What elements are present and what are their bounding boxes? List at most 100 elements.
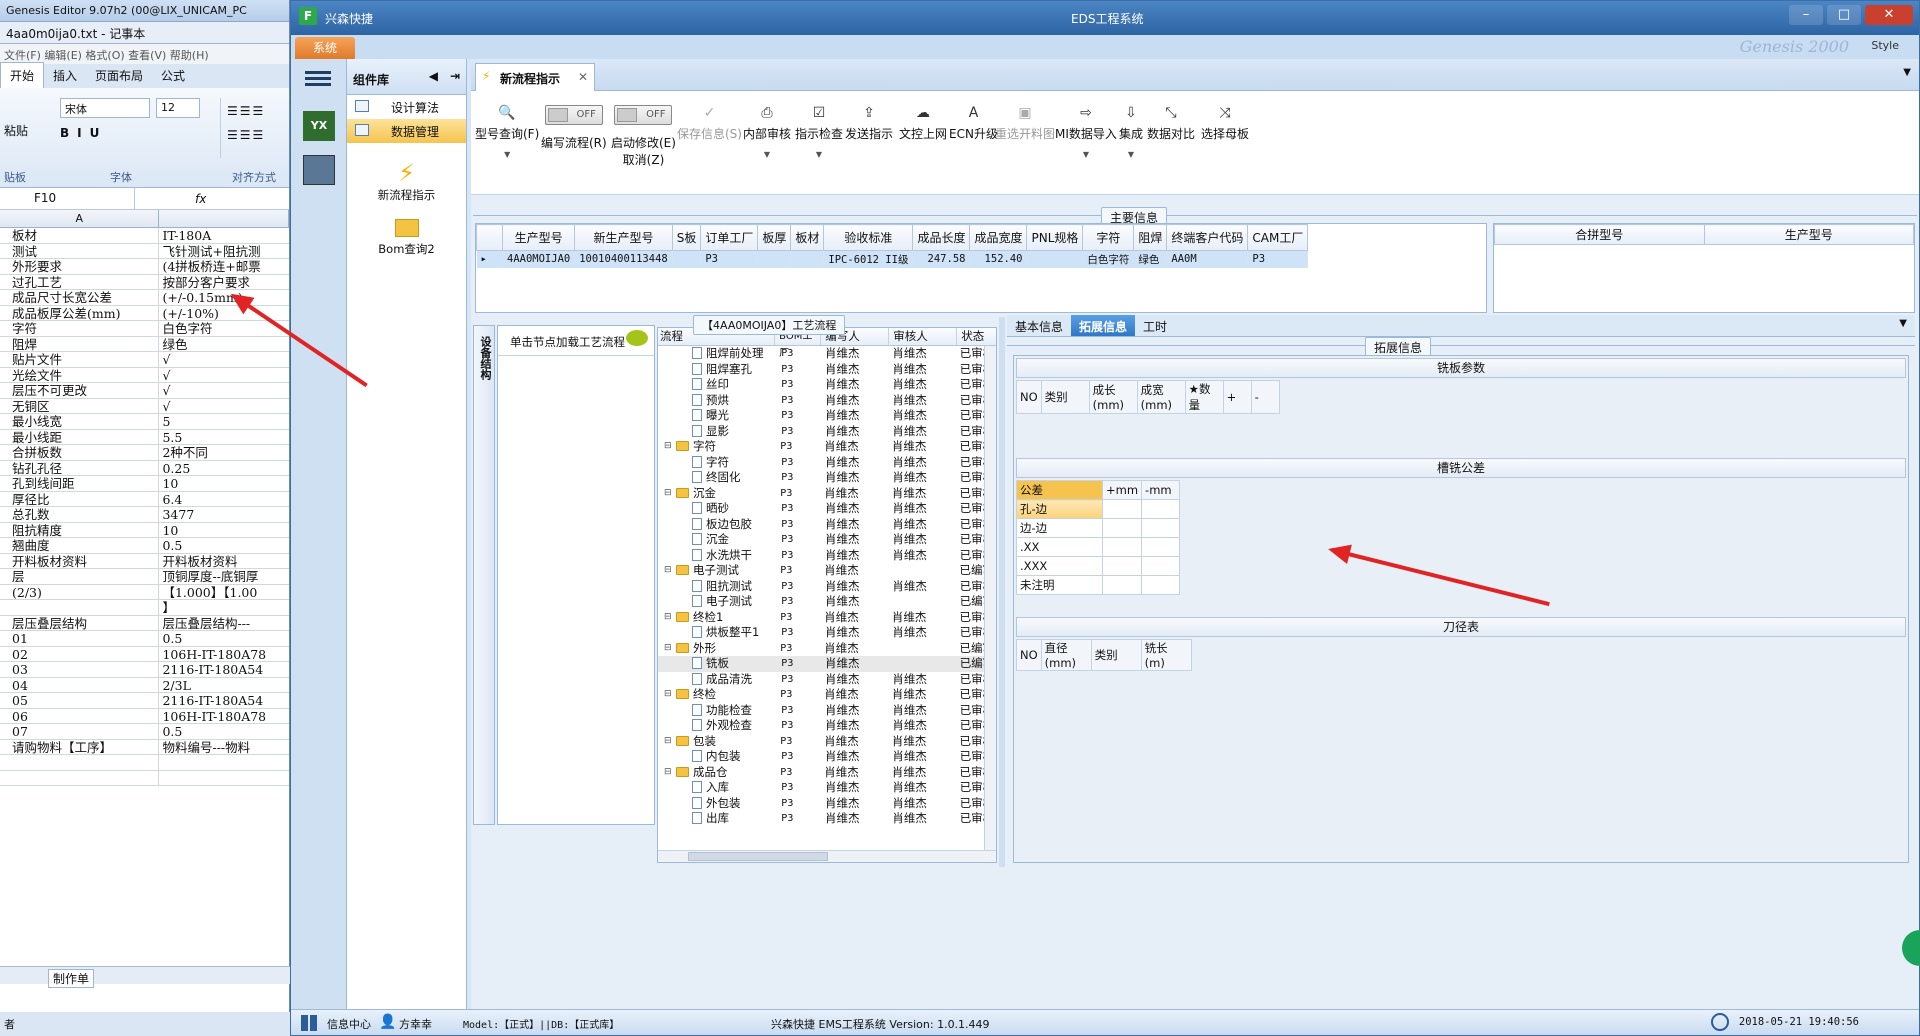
main-header-cell[interactable]: 成品宽度 — [969, 224, 1028, 251]
cell-b[interactable]: 层压叠层结构--- — [159, 616, 289, 630]
tolerance-plus-cell[interactable] — [1101, 575, 1143, 595]
dropdown-arrow-icon[interactable]: ▼ — [475, 150, 539, 159]
cell-b[interactable] — [159, 755, 289, 770]
collapse-icon[interactable]: ⊟ — [664, 563, 672, 578]
cell-b[interactable]: 0.5 — [159, 538, 289, 552]
mill-params-table[interactable]: NO 类别 成长(mm) 成宽(mm) ★数量 + - — [1016, 380, 1280, 414]
collapse-icon[interactable]: ⊟ — [664, 641, 672, 656]
minimize-button[interactable]: – — [1789, 5, 1823, 25]
tolerance-plus-cell[interactable] — [1101, 499, 1143, 519]
tolerance-header-cell[interactable]: 公差 — [1016, 480, 1103, 500]
tool-header-cell[interactable]: NO — [1016, 639, 1042, 671]
main-header-cell[interactable]: 板厚 — [757, 224, 792, 251]
collapse-icon[interactable]: ⊟ — [664, 610, 672, 625]
notepad-title[interactable]: 4aa0m0ija0.txt - 记事本 — [0, 22, 289, 44]
cell-b[interactable]: 绿色 — [159, 337, 289, 351]
cell-b[interactable]: 按部分客户要求 — [159, 275, 289, 289]
tab-formulas[interactable]: 公式 — [152, 63, 194, 88]
cell-a[interactable]: 层压叠层结构 — [0, 615, 160, 630]
cell-a[interactable]: 厚径比 — [0, 491, 160, 506]
cell-a[interactable]: (2/3) — [0, 584, 160, 599]
toolbar-button-13[interactable]: ⤨ 选择母板 — [1201, 105, 1249, 142]
cell-a[interactable]: 层 — [0, 569, 160, 584]
cell-b[interactable]: 106H-IT-180A78 — [159, 709, 289, 723]
main-data-cell[interactable]: 绿色 — [1133, 250, 1168, 268]
tolerance-header-cell[interactable]: +mm — [1101, 480, 1143, 500]
cell-b[interactable]: 物料编号---物料 — [159, 740, 289, 754]
cell-b[interactable]: 2116-IT-180A54 — [159, 693, 289, 707]
cell-b[interactable]: 5.5 — [159, 430, 289, 444]
library-item-design-algorithm[interactable]: 设计算法 — [347, 95, 466, 119]
fx-icon[interactable]: fx — [195, 192, 206, 206]
chevron-left-icon[interactable]: ◀ — [429, 69, 438, 83]
process-row[interactable]: ⊟ 字符 P3 肖维杰 肖维杰 已审核 — [658, 439, 996, 455]
toolbar-button-8[interactable]: A ECN升级 — [949, 105, 998, 142]
notepad-menu[interactable]: 文件(F) 编辑(E) 格式(O) 查看(V) 帮助(H) — [0, 44, 289, 64]
main-data-cell[interactable]: IPC-6012 II级 — [823, 250, 914, 268]
new-process-instruction-item[interactable]: ⚡ 新流程指示 — [347, 159, 466, 203]
mill-header-cell[interactable]: 类别 — [1040, 380, 1090, 414]
pin-icon[interactable]: ⇥ — [450, 69, 460, 83]
cell-b[interactable]: √ — [159, 383, 289, 397]
collapse-icon[interactable]: ⊟ — [664, 734, 672, 749]
cell-a[interactable] — [0, 600, 160, 615]
tolerance-minus-cell[interactable] — [1141, 518, 1181, 538]
cell-a[interactable] — [0, 770, 160, 785]
cell-a[interactable]: 贴片文件 — [0, 352, 160, 367]
toolbar-button-10[interactable]: ⇨ MI数据导入 ▼ — [1055, 105, 1117, 159]
dropdown-arrow-icon[interactable]: ▼ — [1055, 150, 1117, 159]
cell-b[interactable]: √ — [159, 399, 289, 413]
font-name-select[interactable]: 宋体 — [60, 98, 150, 118]
bom-query-item[interactable]: Bom查询2 — [347, 219, 466, 257]
hamburger-menu-icon[interactable] — [305, 69, 331, 89]
column-a-header[interactable]: A — [0, 210, 160, 227]
process-row[interactable]: 电子测试 P3 肖维杰 已编写 — [658, 594, 996, 610]
process-row[interactable]: 出库 P3 肖维杰 肖维杰 已审核 — [658, 811, 996, 827]
cell-b[interactable]: 飞针测试+阻抗测 — [159, 244, 289, 258]
tab-extended-info[interactable]: 拓展信息 — [1071, 315, 1136, 336]
cell-a[interactable]: 光绘文件 — [0, 367, 160, 382]
main-header-cell[interactable]: PNL规格 — [1026, 224, 1084, 251]
mill-header-cell[interactable]: NO — [1016, 380, 1042, 414]
cell-a[interactable]: 阻抗精度 — [0, 522, 160, 537]
cell-a[interactable]: 阻焊 — [0, 336, 160, 351]
process-row[interactable]: ⊟ 外形 P3 肖维杰 已编写 — [658, 641, 996, 657]
tabs-dropdown-icon[interactable]: ▼ — [1891, 315, 1915, 336]
tree-horizontal-scrollbar[interactable] — [658, 850, 996, 862]
tolerance-row-label[interactable]: 孔-边 — [1016, 499, 1103, 519]
process-row[interactable]: ⊟ 沉金 P3 肖维杰 肖维杰 已审核 — [658, 486, 996, 502]
dropdown-arrow-icon[interactable]: ▼ — [743, 150, 791, 159]
main-data-cell[interactable]: 10010400113448 — [574, 250, 673, 268]
process-row[interactable]: ⊟ 成品仓 P3 肖维杰 肖维杰 已审核 — [658, 765, 996, 781]
process-row[interactable]: 丝印 P3 肖维杰 肖维杰 已审核 — [658, 377, 996, 393]
process-row[interactable]: 阻抗测试 P3 肖维杰 肖维杰 已审核 — [658, 579, 996, 595]
font-size-select[interactable]: 12 — [156, 98, 200, 118]
process-row[interactable]: 功能检查 P3 肖维杰 肖维杰 已审核 — [658, 703, 996, 719]
tool-diameter-table[interactable]: NO 直径(mm) 类别 铣长(m) — [1016, 639, 1192, 671]
library-item-data-management[interactable]: 数据管理 — [347, 119, 466, 143]
cell-b[interactable]: (+/-0.15mm) — [159, 290, 289, 304]
cell-a[interactable]: 06 — [0, 708, 160, 723]
main-info-grid[interactable]: 生产型号 新生产型号 S板 订单工厂 板厚 板材 验收标准 成品长度 成品宽度 PNL规格 字符 阻焊… — [475, 223, 1487, 313]
toolbar-button-5[interactable]: ☑ 指示检查 ▼ — [795, 105, 843, 159]
process-row[interactable]: ⊟ 电子测试 P3 肖维杰 已编写 — [658, 563, 996, 579]
calculator-icon[interactable] — [303, 155, 335, 185]
vertical-splitter[interactable] — [999, 317, 1005, 867]
name-box[interactable]: F10 — [0, 188, 135, 209]
cell-b[interactable] — [159, 771, 289, 786]
cell-b[interactable]: 0.5 — [159, 724, 289, 738]
cell-a[interactable]: 无铜区 — [0, 398, 160, 413]
tool-header-cell[interactable]: 直径(mm) — [1040, 639, 1092, 671]
tolerance-minus-cell[interactable] — [1141, 537, 1181, 557]
cell-b[interactable]: 5 — [159, 414, 289, 428]
process-row[interactable]: 铣板 P3 肖维杰 已编写 — [658, 656, 996, 672]
main-data-cell[interactable] — [672, 250, 702, 268]
main-data-cell[interactable]: 4AA0MOIJA0 — [502, 250, 576, 268]
main-data-cell[interactable]: 152.40 — [969, 250, 1028, 268]
main-data-cell[interactable] — [757, 250, 792, 268]
collapse-icon[interactable]: ⊟ — [664, 765, 672, 780]
main-header-cell[interactable]: 验收标准 — [823, 224, 914, 251]
process-row[interactable]: 水洗烘干 P3 肖维杰 肖维杰 已审核 — [658, 548, 996, 564]
process-row[interactable]: 字符 P3 肖维杰 肖维杰 已审核 — [658, 455, 996, 471]
toolbar-button-6[interactable]: ⇪ 发送指示 — [845, 105, 893, 142]
